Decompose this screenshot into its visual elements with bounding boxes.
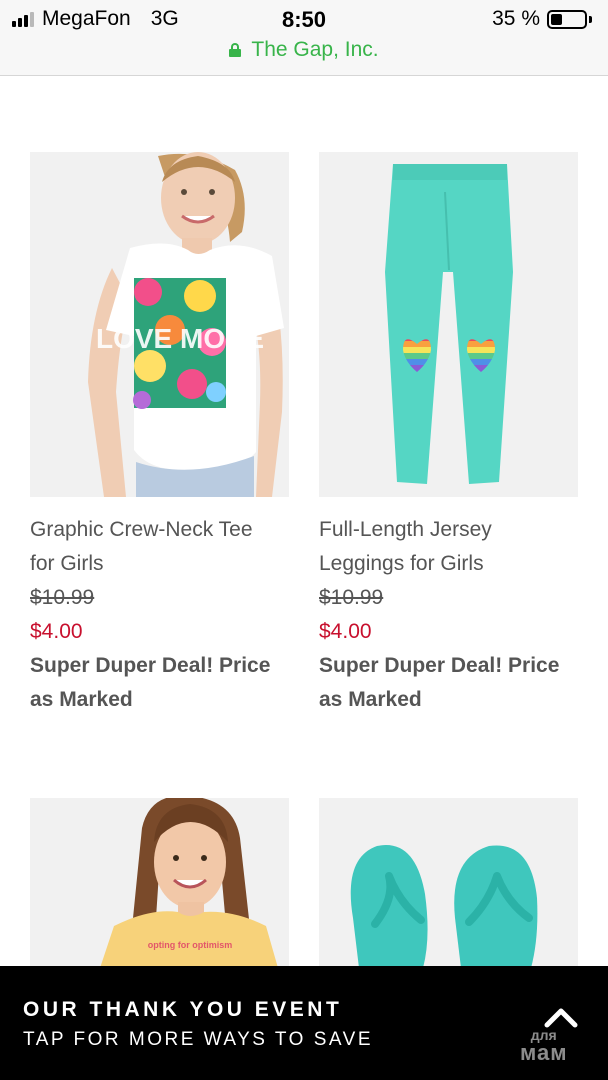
lock-icon (229, 43, 242, 57)
product-title-line: for Girls (30, 552, 104, 575)
deal-text-line: as Marked (319, 688, 422, 711)
site-name: The Gap, Inc. (251, 38, 379, 61)
deal-text-line: Super Duper Deal! Price (319, 654, 560, 677)
chevron-up-icon[interactable] (544, 1006, 578, 1028)
battery-icon (547, 9, 587, 29)
product-image-yellow-tee[interactable]: opting for optimism (30, 798, 289, 968)
flip-flops-photo (319, 798, 578, 968)
girl-yellow-tee-photo: opting for optimism (30, 798, 289, 968)
url-bar[interactable]: The Gap, Inc. (0, 38, 608, 62)
thank-you-event-banner[interactable]: OUR THANK YOU EVENT TAP FOR MORE WAYS TO… (0, 966, 608, 1080)
status-bar: MegaFon 3G 8:50 35 % The Gap, Inc. (0, 0, 608, 76)
battery-percent: 35 % (492, 7, 540, 30)
original-price: $10.99 (319, 586, 384, 609)
sale-price: $4.00 (30, 620, 83, 643)
product-image-flip-flops[interactable] (319, 798, 578, 968)
product-title-line: Leggings for Girls (319, 552, 484, 575)
watermark-big: мам (520, 1040, 568, 1065)
product-image-tee[interactable]: LOVE MORE (30, 152, 289, 497)
deal-text-line: Super Duper Deal! Price (30, 654, 271, 677)
banner-title: OUR THANK YOU EVENT (23, 998, 343, 1021)
product-title[interactable]: Graphic Crew-Neck Tee for Girls (30, 513, 300, 581)
deal-text: Super Duper Deal! Price as Marked (30, 649, 310, 717)
product-image-leggings[interactable] (319, 152, 578, 497)
girl-tee-photo: LOVE MORE (30, 152, 289, 497)
sale-price: $4.00 (319, 620, 372, 643)
deal-text-line: as Marked (30, 688, 133, 711)
product-title-line: Full-Length Jersey (319, 518, 492, 541)
product-title[interactable]: Full-Length Jersey Leggings for Girls (319, 513, 589, 581)
banner-subtitle: TAP FOR MORE WAYS TO SAVE (23, 1029, 374, 1050)
battery-tip (589, 15, 592, 23)
tee-graphic-text: LOVE MORE (96, 323, 264, 354)
product-title-line: Graphic Crew-Neck Tee (30, 518, 253, 541)
original-price: $10.99 (30, 586, 95, 609)
watermark-logo: для мам (520, 1028, 568, 1064)
status-right: 35 % (492, 7, 592, 31)
yellow-tee-graphic-text: opting for optimism (148, 940, 233, 950)
leggings-photo (319, 152, 578, 497)
deal-text: Super Duper Deal! Price as Marked (319, 649, 599, 717)
